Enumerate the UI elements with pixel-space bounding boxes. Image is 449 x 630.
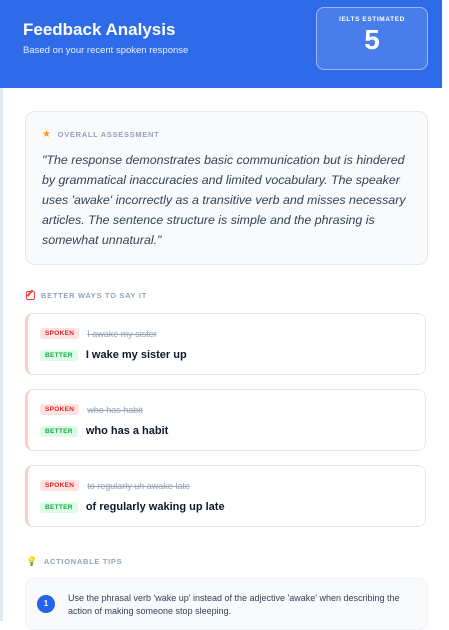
correction-card: SPOKEN I awake my sister BETTER I wake m… (25, 313, 426, 375)
overall-assessment-card: ★ OVERALL ASSESSMENT "The response demon… (25, 111, 428, 265)
feedback-header: Feedback Analysis Based on your recent s… (0, 0, 442, 88)
better-badge: BETTER (40, 349, 78, 361)
better-badge: BETTER (40, 425, 78, 437)
better-badge: BETTER (40, 501, 78, 513)
score-value: 5 (364, 24, 380, 55)
assessment-heading: ★ OVERALL ASSESSMENT (42, 129, 159, 140)
spoken-text: I awake my sister (87, 328, 157, 339)
better-ways-heading: BETTER WAYS TO SAY IT (26, 291, 147, 300)
spoken-text: to regularly uh awake late (87, 480, 190, 491)
better-text: who has a habit (85, 425, 169, 437)
tips-heading-label: ACTIONABLE TIPS (43, 557, 123, 566)
spoken-badge: SPOKEN (40, 480, 80, 491)
edit-icon (26, 291, 35, 300)
tip-text: Use the phrasal verb 'wake up' instead o… (68, 593, 400, 616)
better-ways-heading-label: BETTER WAYS TO SAY IT (41, 291, 147, 300)
tip-item: 1 Use the phrasal verb 'wake up' instead… (25, 578, 428, 630)
page-subtitle: Based on your recent spoken response (23, 45, 189, 56)
score-label: IELTS ESTIMATED (339, 16, 405, 23)
left-border (0, 0, 3, 621)
better-text: of regularly waking up late (85, 501, 225, 513)
assessment-quote: "The response demonstrates basic communi… (42, 153, 406, 247)
correction-card: SPOKEN to regularly uh awake late BETTER… (25, 465, 426, 527)
ielts-score-card: IELTS ESTIMATED 5 (316, 7, 428, 70)
spoken-badge: SPOKEN (40, 404, 80, 415)
correction-card: SPOKEN who has habit BETTER who has a ha… (25, 389, 426, 451)
tip-number: 1 (37, 595, 55, 613)
lightbulb-icon: 💡 (26, 556, 38, 566)
spoken-badge: SPOKEN (40, 328, 80, 339)
page-title: Feedback Analysis (23, 20, 176, 39)
star-icon: ★ (42, 129, 52, 140)
spoken-text: who has habit (87, 404, 143, 415)
assessment-heading-label: OVERALL ASSESSMENT (57, 130, 160, 139)
better-text: I wake my sister up (85, 349, 187, 361)
tips-heading: 💡 ACTIONABLE TIPS (26, 556, 122, 567)
